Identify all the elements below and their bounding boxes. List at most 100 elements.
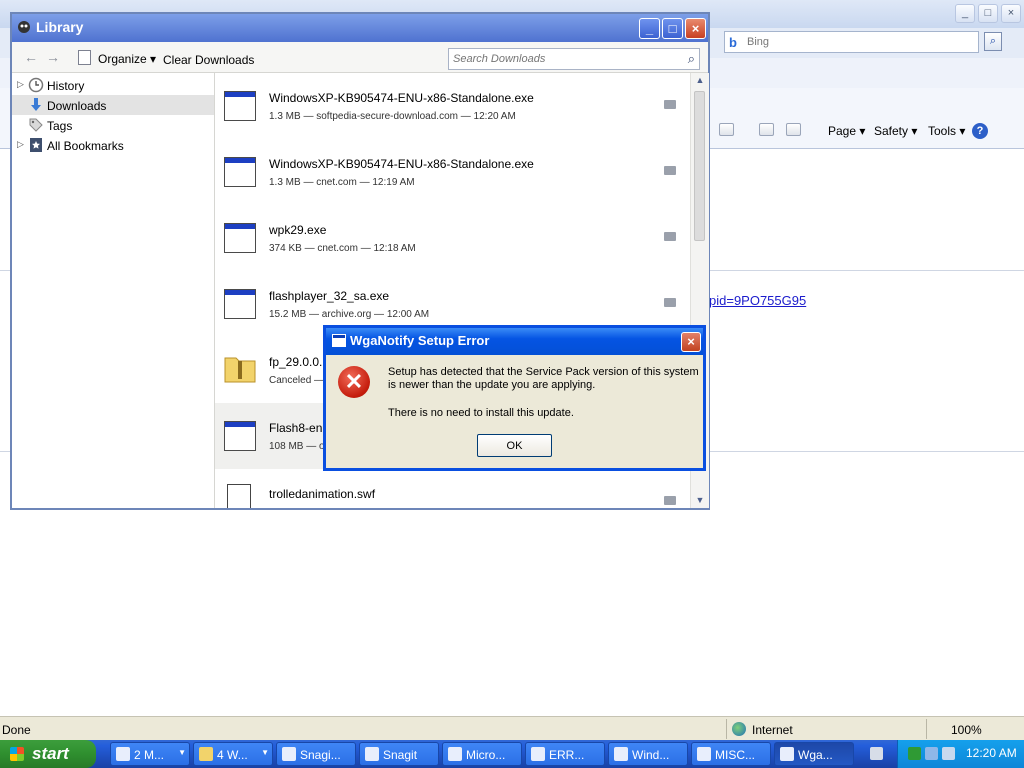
ok-button[interactable]: OK — [477, 434, 552, 457]
swf-file-icon — [227, 484, 251, 508]
sidebar-item-all-bookmarks[interactable]: ▷ All Bookmarks — [12, 135, 214, 155]
library-sidebar: ▷ History Downloads Tags ▷ All Bookmarks — [12, 73, 215, 508]
library-app-icon — [18, 21, 30, 33]
taskbar-button[interactable]: Snagi... — [276, 742, 356, 766]
page-menu[interactable]: Page ▾ — [828, 124, 865, 138]
network-icon[interactable] — [925, 747, 938, 760]
exe-file-icon — [224, 289, 256, 319]
dialog-message-secondary: There is no need to install this update. — [388, 407, 574, 419]
download-item[interactable]: WindowsXP-KB905474-ENU-x86-Standalone.ex… — [215, 139, 690, 205]
dialog-close-button[interactable]: × — [681, 332, 701, 352]
taskbar-button-label: 2 M... — [134, 748, 165, 762]
feeds-icon[interactable] — [719, 123, 734, 136]
safety-menu[interactable]: Safety ▾ — [874, 124, 917, 138]
tray-icon[interactable] — [942, 747, 955, 760]
clock-icon — [28, 77, 44, 93]
taskbar-button-label: ERR... — [549, 748, 585, 762]
expand-triangle-icon[interactable]: ▷ — [17, 139, 24, 150]
taskbar-button[interactable]: ERR... — [525, 742, 605, 766]
open-folder-icon[interactable] — [664, 496, 676, 505]
tray-icon[interactable] — [908, 747, 921, 760]
ie-search-box[interactable]: b Bing — [724, 31, 979, 53]
taskbar-button[interactable]: 4 W... ▼ — [193, 742, 273, 766]
group-arrow-icon: ▼ — [178, 748, 186, 757]
taskbar-button[interactable]: Wind... — [608, 742, 688, 766]
ie-close-button[interactable]: × — [1001, 4, 1021, 23]
download-filename: WindowsXP-KB905474-ENU-x86-Standalone.ex… — [269, 157, 534, 171]
download-item[interactable]: WindowsXP-KB905474-ENU-x86-Standalone.ex… — [215, 73, 690, 139]
dialog-title-bar[interactable]: WgaNotify Setup Error × — [326, 328, 703, 355]
taskbar-button[interactable]: 2 M... ▼ — [110, 742, 190, 766]
open-folder-icon[interactable] — [664, 232, 676, 241]
library-title-bar[interactable]: Library _ □ × — [12, 14, 708, 42]
snagit-icon — [282, 747, 296, 761]
taskbar-button-active[interactable]: Wga... — [774, 742, 854, 766]
downloads-search-input[interactable] — [453, 51, 673, 67]
search-go-icon[interactable]: ⌕ — [984, 32, 1002, 51]
library-title: Library — [36, 19, 84, 35]
sidebar-item-label: History — [47, 79, 85, 93]
error-dialog: WgaNotify Setup Error × ✕ Setup has dete… — [323, 325, 706, 471]
taskbar-button-label: Wind... — [632, 748, 670, 762]
sidebar-item-history[interactable]: ▷ History — [12, 75, 214, 95]
downloads-search-box[interactable]: ⌕ — [448, 48, 700, 70]
zoom-level[interactable]: 100% — [951, 723, 982, 737]
download-details: 1.3 MB — softpedia-secure-download.com —… — [269, 111, 516, 122]
sidebar-item-tags[interactable]: Tags — [12, 115, 214, 135]
exe-file-icon — [224, 157, 256, 187]
start-label: start — [32, 744, 69, 763]
app-icon — [448, 747, 462, 761]
dialog-title: WgaNotify Setup Error — [350, 333, 490, 348]
scroll-down-icon[interactable]: ▼ — [691, 493, 709, 508]
sidebar-item-downloads[interactable]: Downloads — [12, 95, 214, 115]
status-divider — [726, 719, 727, 739]
library-maximize-button[interactable]: □ — [662, 18, 683, 39]
tools-menu[interactable]: Tools ▾ — [928, 124, 965, 138]
print-icon[interactable] — [786, 123, 801, 136]
download-item[interactable]: wpk29.exe 374 KB — cnet.com — 12:18 AM — [215, 205, 690, 271]
ie-minimize-button[interactable]: _ — [955, 4, 975, 23]
forward-arrow-icon[interactable]: → — [46, 49, 60, 65]
group-arrow-icon: ▼ — [261, 748, 269, 757]
taskbar-button-label: Micro... — [466, 748, 506, 762]
scrollbar-thumb[interactable] — [694, 91, 705, 241]
back-arrow-icon[interactable]: ← — [24, 49, 38, 65]
status-text: Done — [2, 723, 31, 737]
tag-icon — [29, 118, 43, 132]
windows-flag-icon — [10, 747, 24, 761]
snagit-icon — [365, 747, 379, 761]
taskbar-button[interactable]: Micro... — [442, 742, 522, 766]
status-divider — [926, 719, 927, 739]
taskbar-button[interactable]: MISC... — [691, 742, 771, 766]
app-icon — [780, 747, 794, 761]
help-icon[interactable]: ? — [972, 123, 988, 139]
sidebar-item-label: Tags — [47, 119, 73, 133]
taskbar-button[interactable]: Snagit — [359, 742, 439, 766]
ie-maximize-button[interactable]: □ — [978, 4, 998, 23]
download-arrow-icon — [31, 98, 41, 111]
scroll-up-icon[interactable]: ▲ — [691, 73, 709, 88]
organize-menu[interactable]: Organize ▾ — [98, 52, 156, 66]
start-button[interactable]: start — [0, 740, 96, 768]
download-filename: wpk29.exe — [269, 223, 327, 237]
app-icon — [614, 747, 628, 761]
taskbar-button-label: Snagit — [383, 748, 418, 762]
clear-downloads-button[interactable]: Clear Downloads — [163, 53, 254, 67]
download-item[interactable]: trolledanimation.swf — [215, 469, 690, 508]
download-filename: WindowsXP-KB905474-ENU-x86-Standalone.ex… — [269, 91, 534, 105]
expand-triangle-icon[interactable]: ▷ — [17, 79, 24, 90]
keyboard-icon[interactable] — [870, 747, 883, 760]
open-folder-icon[interactable] — [664, 166, 676, 175]
open-folder-icon[interactable] — [664, 100, 676, 109]
library-minimize-button[interactable]: _ — [639, 18, 660, 39]
open-folder-icon[interactable] — [664, 298, 676, 307]
mail-icon[interactable] — [759, 123, 774, 136]
folder-icon — [199, 747, 213, 761]
page-link[interactable]: pid=9PO755G95 — [709, 293, 806, 308]
bing-icon: b — [729, 35, 737, 50]
clock: 12:20 AM — [966, 746, 1017, 760]
download-filename: trolledanimation.swf — [269, 487, 376, 501]
bookmarks-star-icon — [30, 138, 42, 152]
library-close-button[interactable]: × — [685, 18, 706, 39]
search-icon: ⌕ — [687, 51, 695, 66]
